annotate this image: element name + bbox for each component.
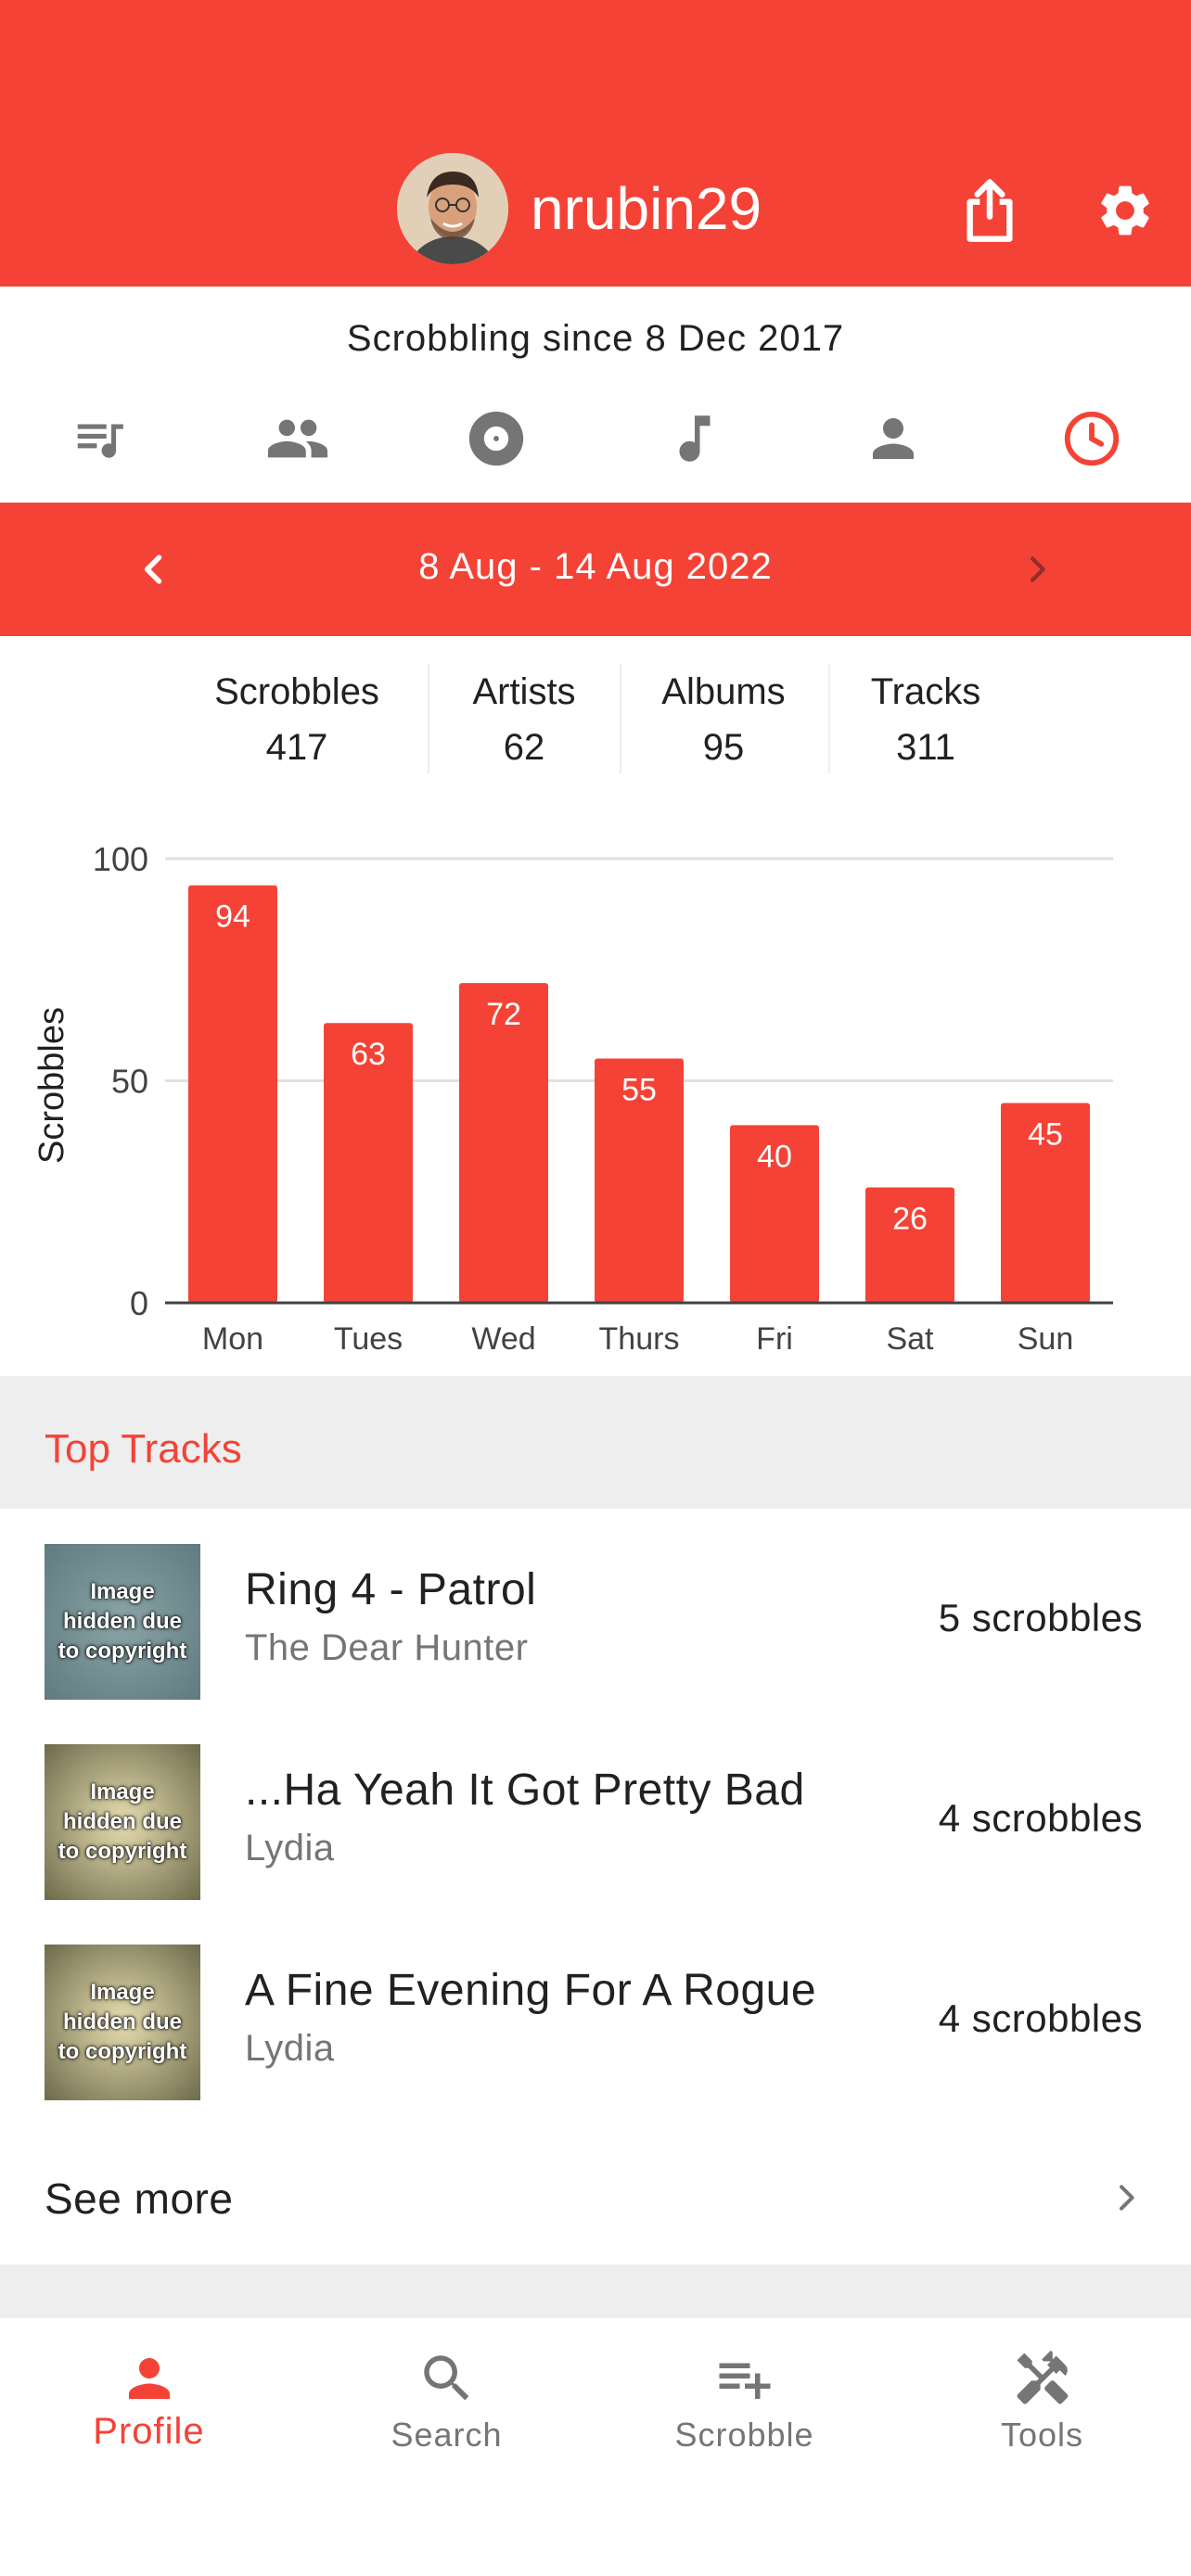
- album-art: Image hidden due to copyright: [45, 1544, 200, 1700]
- track-name: Ring 4 - Patrol: [245, 1565, 537, 1614]
- y-tick-label: 100: [93, 840, 148, 878]
- stat-artists: Artists 62: [436, 664, 612, 775]
- tab-scrobbles[interactable]: [0, 376, 198, 502]
- see-more-button[interactable]: See more: [0, 2131, 1191, 2264]
- nav-search[interactable]: Search: [298, 2318, 596, 2504]
- stat-label: Albums: [661, 671, 786, 712]
- track-row[interactable]: Image hidden due to copyright A Fine Eve…: [0, 1909, 1191, 2110]
- x-tick-label: Sat: [886, 1321, 934, 1357]
- top-tracks-header: Top Tracks: [0, 1376, 1191, 1509]
- username: nrubin29: [531, 175, 762, 242]
- track-artist: Lydia: [245, 1828, 335, 1868]
- track-name: ...Ha Yeah It Got Pretty Bad: [245, 1766, 805, 1815]
- section-title: Top Tracks: [45, 1426, 242, 1472]
- bottom-navigation: Profile Search Scrobble Tools: [0, 2318, 1191, 2576]
- gear-icon: [1101, 185, 1149, 236]
- scrobbles-bar-chart: 0 50 100 94 Mon 63 Tues 72 Wed 55 Thurs 40 Fri 26 Sat 4…: [32, 840, 1113, 1357]
- album-art-placeholder-text: Image hidden due to copyright: [58, 1980, 187, 2064]
- stat-divider: [620, 664, 621, 773]
- chart-bar: [188, 885, 277, 1303]
- next-week-button[interactable]: [991, 523, 1083, 616]
- bar-data-label: 63: [351, 1037, 386, 1072]
- x-tick-label: Mon: [202, 1321, 263, 1357]
- album-art-placeholder-text: Image hidden due to copyright: [58, 1579, 187, 1664]
- track-scrobble-count: 5 scrobbles: [938, 1596, 1143, 1639]
- bar-data-label: 72: [486, 997, 521, 1032]
- bar-data-label: 94: [215, 899, 250, 935]
- person-icon: [873, 418, 914, 459]
- track-scrobble-count: 4 scrobbles: [938, 1996, 1143, 2040]
- stat-value: 311: [896, 727, 955, 768]
- stat-value: 417: [265, 727, 328, 768]
- stat-value: 95: [702, 727, 745, 768]
- x-tick-label: Fri: [756, 1321, 793, 1357]
- tab-tracks[interactable]: [596, 376, 794, 502]
- playlist-add-icon: [719, 2363, 770, 2399]
- album-art: Image hidden due to copyright: [45, 1945, 200, 2100]
- track-name: A Fine Evening For A Rogue: [245, 1966, 817, 2015]
- nav-label: Search: [391, 2416, 503, 2454]
- nav-label: Scrobble: [674, 2416, 814, 2454]
- stat-albums: Albums 95: [627, 664, 820, 775]
- x-tick-label: Thurs: [599, 1321, 680, 1357]
- avatar[interactable]: [397, 153, 508, 264]
- album-icon: [468, 411, 524, 466]
- nav-scrobble[interactable]: Scrobble: [596, 2318, 893, 2504]
- track-artist: The Dear Hunter: [245, 1627, 529, 1668]
- track-row[interactable]: Image hidden due to copyright Ring 4 - P…: [0, 1509, 1191, 1709]
- tab-history[interactable]: [992, 376, 1191, 502]
- bar-data-label: 26: [892, 1201, 928, 1236]
- tools-icon: [1017, 2350, 1068, 2404]
- see-more-label: See more: [45, 2174, 234, 2223]
- weekly-stats: Scrobbles 417 Artists 62 Albums 95 Track…: [0, 664, 1191, 775]
- album-art-placeholder-text: Image hidden due to copyright: [58, 1779, 187, 1864]
- share-button[interactable]: [948, 169, 1031, 252]
- chevron-right-icon: [1030, 556, 1045, 582]
- nav-tools[interactable]: Tools: [893, 2318, 1191, 2504]
- app-header: nrubin29: [0, 0, 1191, 287]
- scrobbling-since: Scrobbling since 8 Dec 2017: [346, 318, 845, 359]
- y-tick-label: 50: [111, 1063, 148, 1101]
- y-tick-label: 0: [130, 1284, 148, 1322]
- x-tick-label: Wed: [471, 1321, 535, 1357]
- x-tick-label: Sun: [1018, 1321, 1074, 1357]
- clock-icon: [1064, 411, 1120, 466]
- search-icon: [423, 2355, 468, 2401]
- scrobbles-chart: 0 50 100 94 Mon 63 Tues 72 Wed 55 Thurs 40 Fri 26 Sat 4…: [0, 816, 1191, 1363]
- stat-value: 62: [503, 727, 545, 768]
- week-selector: 8 Aug - 14 Aug 2022: [0, 491, 1191, 636]
- track-artist: Lydia: [245, 2028, 335, 2069]
- album-art: Image hidden due to copyright: [45, 1744, 200, 1900]
- nav-profile[interactable]: Profile: [0, 2318, 298, 2504]
- tab-indicator: [992, 491, 1191, 497]
- track-row[interactable]: Image hidden due to copyright ...Ha Yeah…: [0, 1709, 1191, 1909]
- stat-label: Tracks: [870, 671, 981, 712]
- stat-divider: [828, 664, 830, 773]
- section-gap: [0, 2264, 1191, 2318]
- stat-label: Artists: [472, 671, 576, 712]
- tab-artists[interactable]: [794, 376, 992, 502]
- chevron-right-icon: [1098, 2170, 1154, 2225]
- settings-button[interactable]: [1083, 169, 1167, 252]
- track-scrobble-count: 4 scrobbles: [938, 1796, 1143, 1840]
- y-axis-title: Scrobbles: [32, 1007, 71, 1164]
- stat-divider: [428, 664, 429, 773]
- nav-label: Profile: [93, 2411, 205, 2452]
- share-icon: [967, 179, 1013, 242]
- music-note-icon: [679, 415, 711, 462]
- tab-albums[interactable]: [397, 376, 596, 502]
- bar-data-label: 45: [1028, 1116, 1063, 1152]
- nav-label: Tools: [1000, 2416, 1084, 2454]
- x-tick-label: Tues: [334, 1321, 403, 1357]
- profile-tabs: [0, 376, 1191, 502]
- queue-music-icon: [77, 424, 123, 458]
- stat-label: Scrobbles: [214, 671, 379, 712]
- stat-tracks: Tracks 311: [835, 664, 1017, 775]
- people-icon: [267, 419, 328, 458]
- bar-data-label: 55: [621, 1073, 657, 1108]
- person-icon: [128, 2358, 170, 2399]
- tab-friends[interactable]: [198, 376, 397, 502]
- bar-data-label: 40: [757, 1139, 792, 1174]
- stat-scrobbles: Scrobbles 417: [190, 664, 403, 775]
